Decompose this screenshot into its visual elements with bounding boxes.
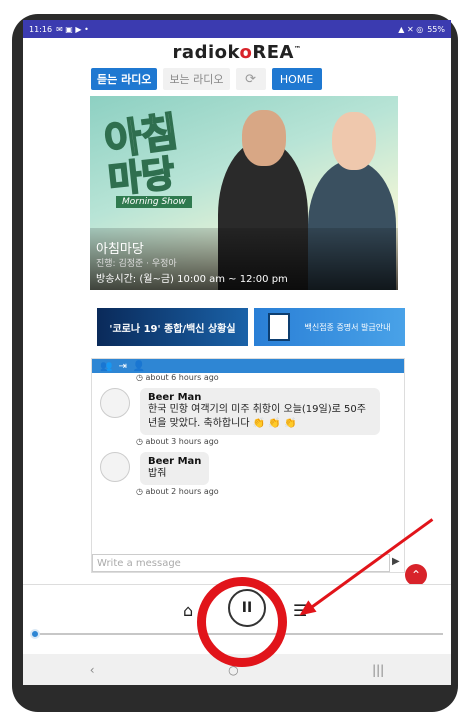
avatar bbox=[100, 452, 130, 482]
covid-banner[interactable]: '코로나 19' 종합/백신 상황실 bbox=[97, 308, 248, 346]
hero-subtitle: Morning Show bbox=[116, 196, 192, 208]
chat-header: 👥 ⇥ 👤 bbox=[92, 359, 404, 373]
message-time: ◷ about 6 hours ago bbox=[136, 373, 219, 382]
message-author: Beer Man bbox=[148, 392, 202, 403]
recents-icon[interactable]: ||| bbox=[372, 663, 384, 677]
chat-message-input[interactable]: Write a message bbox=[92, 554, 390, 572]
program-hosts: 진행: 김정준 · 우정아 bbox=[96, 259, 177, 269]
message-author: Beer Man bbox=[148, 456, 202, 467]
program-name: 아침마당 bbox=[96, 242, 144, 257]
program-hero[interactable]: 아침 마당 Morning Show 아침마당 진행: 김정준 · 우정아 방송… bbox=[90, 96, 398, 290]
message-text: 밥줘 bbox=[148, 468, 167, 479]
radio-nav: 듣는 라디오 보는 라디오 ⟳ HOME bbox=[91, 68, 322, 90]
home-button[interactable]: HOME bbox=[271, 68, 322, 90]
phone-qr-icon bbox=[268, 313, 291, 341]
login-icon[interactable]: ⇥ bbox=[118, 361, 126, 372]
chat-message: Beer Man 한국 민항 여객기의 미주 취항이 오늘(19일)로 50주년… bbox=[100, 388, 396, 435]
home-icon[interactable]: ⌂ bbox=[183, 601, 193, 620]
message-text: 한국 민항 여객기의 미주 취항이 오늘(19일)로 50주년을 맞았다. 축하… bbox=[148, 404, 366, 429]
highlight-circle bbox=[197, 577, 287, 667]
status-time: 11:16 bbox=[29, 24, 53, 34]
progress-knob[interactable] bbox=[30, 629, 41, 639]
scroll-up-button[interactable]: ⌃ bbox=[405, 564, 427, 586]
notification-icons: ✉ ▣ ▶ • bbox=[56, 24, 89, 34]
avatar bbox=[100, 388, 130, 418]
system-icons: ▲ ✕ ◎ bbox=[398, 24, 424, 34]
program-airtime: 방송시간: (월~금) 10:00 am ~ 12:00 pm bbox=[96, 274, 288, 285]
vaccine-banner[interactable]: 백신접종 증명서 발급안내 bbox=[254, 308, 405, 346]
send-icon[interactable]: ▶ bbox=[392, 556, 402, 570]
message-bubble: Beer Man 한국 민항 여객기의 미주 취항이 오늘(19일)로 50주년… bbox=[140, 388, 380, 435]
user-icon[interactable]: 👤 bbox=[133, 361, 145, 372]
message-time: ◷ about 3 hours ago bbox=[136, 437, 219, 446]
brand-logo: radiokoREA™ bbox=[172, 42, 302, 63]
watch-radio-tab[interactable]: 보는 라디오 bbox=[163, 68, 230, 90]
chat-panel: 👥 ⇥ 👤 ◷ about 6 hours ago Beer Man 한국 민항… bbox=[91, 358, 405, 573]
back-icon[interactable]: ‹ bbox=[90, 663, 95, 677]
banner-row: '코로나 19' 종합/백신 상황실 백신접종 증명서 발급안내 bbox=[97, 308, 405, 346]
status-bar: 11:16 ✉ ▣ ▶ • ▲ ✕ ◎ 55% bbox=[23, 20, 451, 38]
refresh-icon[interactable]: ⟳ bbox=[235, 68, 266, 90]
vaccine-banner-label: 백신접종 증명서 발급안내 bbox=[304, 322, 391, 332]
listen-radio-tab[interactable]: 듣는 라디오 bbox=[91, 68, 158, 90]
message-bubble: Beer Man 밥줘 bbox=[140, 452, 210, 485]
battery-level: 55% bbox=[427, 24, 445, 34]
message-time: ◷ about 2 hours ago bbox=[136, 487, 219, 496]
chat-message: Beer Man 밥줘 bbox=[100, 452, 396, 485]
users-icon[interactable]: 👥 bbox=[100, 361, 112, 372]
hero-title-line2: 마당 bbox=[105, 153, 177, 203]
